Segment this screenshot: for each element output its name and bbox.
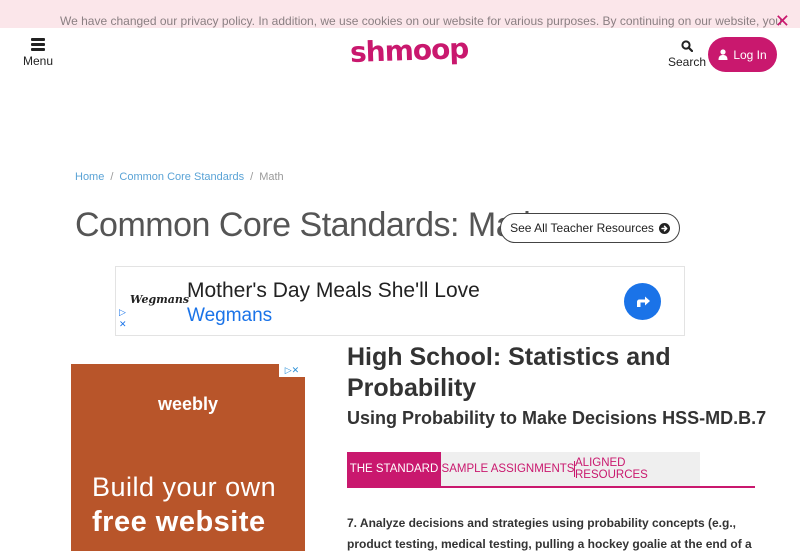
user-icon xyxy=(718,49,728,60)
tab-spacer xyxy=(700,452,755,486)
standard-tabs: THE STANDARD SAMPLE ASSIGNMENTS ALIGNED … xyxy=(347,452,755,488)
see-all-teacher-resources-button[interactable]: See All Teacher Resources xyxy=(500,213,680,243)
breadcrumb-current: Math xyxy=(259,171,284,183)
menu-label: Menu xyxy=(22,54,54,68)
side-ad-line-2: free website xyxy=(92,506,266,538)
search-icon xyxy=(681,40,693,52)
breadcrumb-separator: / xyxy=(250,171,254,183)
page-title: Common Core Standards: Math xyxy=(75,206,542,244)
shmoop-logo[interactable]: shmoop xyxy=(349,32,468,69)
breadcrumb-separator: / xyxy=(110,171,114,183)
login-label: Log In xyxy=(733,47,767,62)
wegmans-logo: Wegmans xyxy=(130,293,190,306)
ad-choices-icon[interactable]: ▷✕ xyxy=(119,307,127,330)
ad-banner[interactable]: Wegmans Mother's Day Meals She'll Love W… xyxy=(115,266,685,336)
tab-sample-assignments[interactable]: SAMPLE ASSIGNMENTS xyxy=(441,452,575,486)
standard-subtitle: Using Probability to Make Decisions HSS-… xyxy=(347,408,767,428)
site-header: Menu shmoop Search Log In xyxy=(0,28,800,84)
ad-choices-icon[interactable]: ▷✕ xyxy=(279,364,305,377)
close-icon[interactable]: ✕ xyxy=(775,12,790,28)
arrow-circle-right-icon xyxy=(658,222,670,234)
side-ad-line-1: Build your own xyxy=(92,472,277,502)
side-ad[interactable]: ▷✕ weebly Build your own free website xyxy=(71,364,305,551)
ad-brand[interactable]: Wegmans xyxy=(187,305,272,327)
breadcrumb: Home / Common Core Standards / Math xyxy=(75,171,284,183)
login-button[interactable]: Log In xyxy=(708,37,777,72)
breadcrumb-common-core[interactable]: Common Core Standards xyxy=(119,171,244,183)
search-button[interactable]: Search xyxy=(668,40,706,69)
search-label: Search xyxy=(668,55,707,69)
weebly-logo: weebly xyxy=(157,394,219,414)
cookie-banner: We have changed our privacy policy. In a… xyxy=(0,0,800,28)
cookie-text: We have changed our privacy policy. In a… xyxy=(60,14,782,28)
hamburger-icon xyxy=(31,38,45,51)
section-title: High School: Statistics and Probability xyxy=(347,343,671,402)
standard-text: 7. Analyze decisions and strategies usin… xyxy=(347,516,752,551)
breadcrumb-home[interactable]: Home xyxy=(75,171,104,183)
ad-headline[interactable]: Mother's Day Meals She'll Love xyxy=(187,279,480,303)
directions-arrow-icon[interactable] xyxy=(624,283,661,320)
menu-button[interactable]: Menu xyxy=(18,38,58,68)
tab-aligned-resources[interactable]: ALIGNED RESOURCES xyxy=(575,452,700,486)
tab-the-standard[interactable]: THE STANDARD xyxy=(347,452,441,486)
teacher-button-label: See All Teacher Resources xyxy=(510,221,654,235)
